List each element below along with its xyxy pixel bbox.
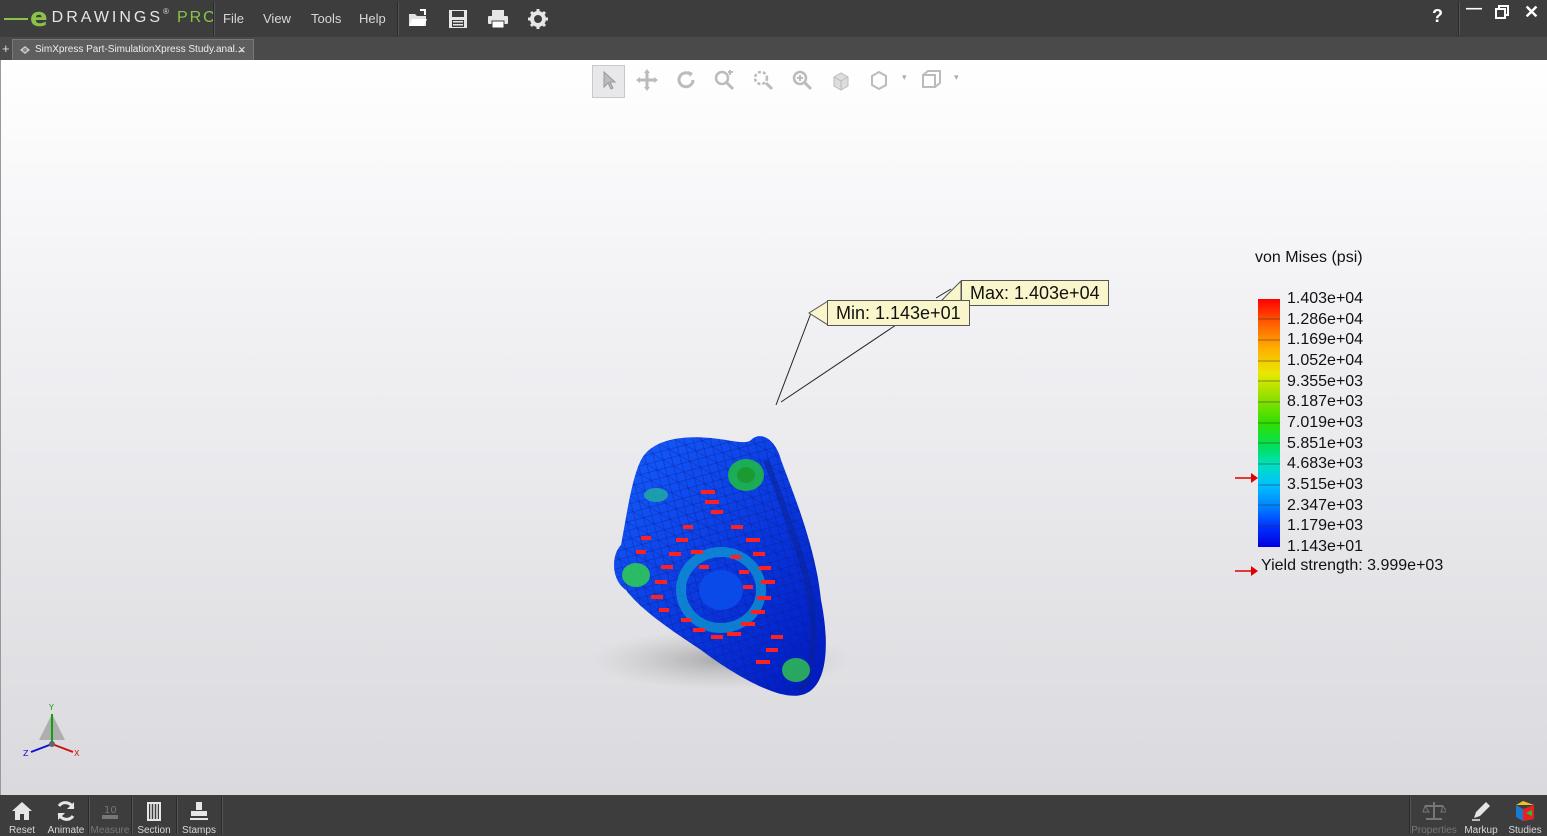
document-tab-bar: + SimXpress Part-SimulationXpress Study.…: [0, 37, 1547, 61]
home-icon: [12, 802, 32, 820]
svg-text:10: 10: [104, 805, 117, 816]
logo-registered-mark: ®: [163, 6, 169, 16]
legend-value: 9.355e+03: [1287, 372, 1364, 390]
menu-tools[interactable]: Tools: [311, 0, 341, 37]
animate-icon: [57, 801, 75, 821]
simulation-study-icon: [20, 46, 30, 54]
triad-x-label: X: [74, 749, 80, 758]
measure-icon: 10: [102, 805, 118, 819]
reset-label: Reset: [8, 825, 36, 836]
stamps-label: Stamps: [182, 825, 216, 836]
3d-viewport[interactable]: ▾ ▾ Max: 1.403e+04 Min: 1.143e+01 von Mi…: [0, 60, 1547, 795]
axis-triad: Y X Z: [23, 703, 80, 758]
legend-value: 1.179e+03: [1287, 517, 1364, 535]
legend-value: 1.286e+04: [1287, 310, 1364, 328]
animate-label: Animate: [47, 825, 85, 836]
divider: [397, 2, 399, 35]
section-label: Section: [137, 825, 171, 836]
view-orientation-icon[interactable]: [867, 68, 891, 92]
rotate-icon[interactable]: [674, 68, 698, 92]
max-callout: Max: 1.403e+04: [961, 280, 1109, 306]
help-icon[interactable]: ?: [1432, 6, 1443, 27]
triad-y-label: Y: [48, 703, 54, 712]
legend-title: von Mises (psi): [1255, 249, 1363, 266]
legend-value: 2.347e+03: [1287, 496, 1364, 514]
logo-arrow-icon: [4, 18, 28, 20]
display-style-icon[interactable]: [919, 68, 943, 92]
divider: [221, 797, 223, 834]
legend-value: 5.851e+03: [1287, 434, 1364, 452]
print-icon[interactable]: [487, 8, 509, 30]
bottom-toolbar: Reset Animate 10 Measure Section Stamps …: [0, 795, 1547, 836]
logo-e: e: [30, 3, 48, 33]
zoom-icon[interactable]: [790, 68, 814, 92]
document-tab[interactable]: SimXpress Part-SimulationXpress Study.an…: [12, 39, 254, 61]
properties-label: Properties: [1411, 825, 1457, 836]
measure-button[interactable]: 10 Measure: [90, 795, 130, 836]
dropdown-arrow-icon[interactable]: ▾: [954, 72, 959, 83]
measure-label: Measure: [90, 825, 130, 836]
restore-icon[interactable]: [1495, 5, 1509, 19]
shaded-view-icon[interactable]: [829, 68, 853, 92]
menu-view[interactable]: View: [263, 0, 291, 37]
select-arrow-icon[interactable]: [596, 68, 620, 92]
legend-value: 1.403e+04: [1287, 290, 1364, 307]
save-icon[interactable]: [447, 8, 469, 30]
legend-value: 7.019e+03: [1287, 413, 1364, 431]
legend-value: 8.187e+03: [1287, 393, 1364, 411]
studies-icon: [1516, 801, 1534, 821]
stamps-icon: [190, 802, 208, 820]
divider: [1458, 2, 1460, 35]
studies-label: Studies: [1508, 825, 1542, 836]
minimize-icon[interactable]: —: [1466, 0, 1482, 18]
dropdown-arrow-icon[interactable]: ▾: [902, 72, 907, 83]
legend-value: 1.052e+04: [1287, 351, 1364, 369]
divider: [213, 2, 215, 35]
document-tab-label: SimXpress Part-SimulationXpress Study.an…: [35, 44, 244, 55]
tab-close-icon[interactable]: ×: [238, 40, 246, 60]
stamps-button[interactable]: Stamps: [178, 795, 220, 836]
new-tab-icon[interactable]: +: [2, 41, 10, 56]
properties-button[interactable]: Properties: [1411, 795, 1457, 836]
triad-z-label: Z: [23, 749, 29, 758]
legend-color-bar: [1258, 299, 1280, 547]
section-button[interactable]: Section: [133, 795, 175, 836]
markup-button[interactable]: Markup: [1460, 795, 1502, 836]
open-icon[interactable]: [407, 8, 429, 30]
yield-legend-arrow-icon: [1235, 566, 1258, 576]
close-icon[interactable]: ✕: [1524, 2, 1539, 23]
min-callout: Min: 1.143e+01: [827, 300, 970, 326]
markup-icon: [1472, 802, 1490, 821]
legend-value: 3.515e+03: [1287, 475, 1364, 493]
reset-button[interactable]: Reset: [2, 795, 42, 836]
edrawings-logo: e DRAWINGS ® PRO: [4, 4, 218, 32]
min-callout-pointer: [808, 300, 828, 326]
menu-help[interactable]: Help: [359, 0, 386, 37]
settings-icon[interactable]: [527, 8, 549, 30]
markup-label: Markup: [1464, 825, 1498, 836]
legend-value: 4.683e+03: [1287, 455, 1364, 473]
legend-value: 1.169e+04: [1287, 331, 1364, 349]
zoom-to-area-icon[interactable]: [751, 68, 775, 92]
properties-icon: [1422, 802, 1446, 820]
section-icon: [147, 802, 161, 821]
animate-button[interactable]: Animate: [44, 795, 88, 836]
stress-plot-model[interactable]: [581, 360, 881, 700]
menu-file[interactable]: File: [223, 0, 244, 37]
studies-button[interactable]: Studies: [1505, 795, 1545, 836]
legend-value: 1.143e+01: [1287, 537, 1364, 555]
pan-icon[interactable]: [635, 68, 659, 92]
yield-marker-arrow-icon: [1235, 473, 1258, 483]
yield-strength-label: Yield strength: 3.999e+03: [1261, 557, 1444, 574]
title-bar: e DRAWINGS ® PRO File View Tools Help ? —…: [0, 0, 1547, 37]
logo-text: DRAWINGS: [51, 9, 164, 26]
zoom-to-fit-icon[interactable]: [712, 68, 736, 92]
logo-pro: PRO: [176, 9, 218, 26]
